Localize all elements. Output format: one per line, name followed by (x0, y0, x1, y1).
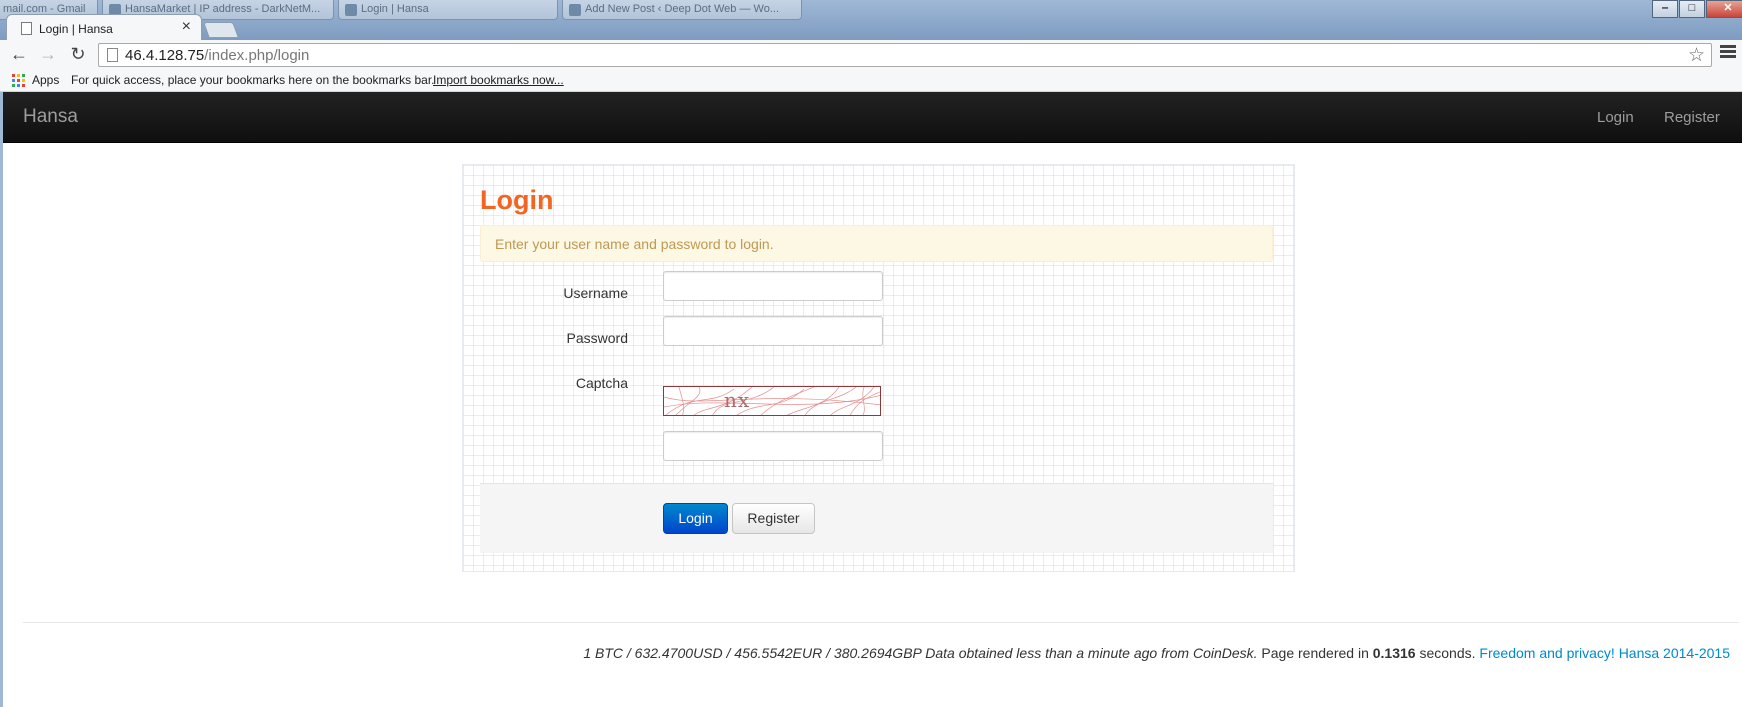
browser-titlebar: mail.com - Gmail HansaMarket | IP addres… (0, 0, 1742, 40)
password-label: Password (566, 330, 628, 346)
forward-icon[interactable]: → (38, 44, 58, 64)
background-tab[interactable]: Add New Post ‹ Deep Dot Web — Wo... (562, 0, 802, 20)
site-navbar: Hansa Login Register (3, 92, 1742, 143)
page-title: Login (480, 185, 554, 215)
reload-icon[interactable]: ↻ (68, 44, 88, 64)
url-path: /index.php/login (204, 47, 310, 64)
favicon-icon (345, 4, 357, 16)
browser-toolbar: ← → ↻ 46.4.128.75/index.php/login ☆ (0, 40, 1742, 68)
active-tab[interactable]: Login | Hansa × (6, 14, 202, 40)
captcha-label: Captcha (575, 375, 628, 391)
tab-title: Login | Hansa (39, 22, 113, 36)
bookmarks-hint: For quick access, place your bookmarks h… (71, 73, 435, 87)
footer-divider (23, 622, 1739, 623)
captcha-noise (664, 387, 880, 415)
captcha-text: nx (724, 388, 751, 412)
username-label: Username (563, 285, 628, 301)
background-tab[interactable]: Login | Hansa (338, 0, 558, 20)
captcha-image: nx (663, 386, 881, 416)
captcha-input[interactable] (663, 431, 883, 461)
favicon-icon (569, 4, 581, 16)
nav-login-link[interactable]: Login (1597, 109, 1634, 126)
info-alert: Enter your user name and password to log… (480, 225, 1273, 262)
page-content: Hansa Login Register Login Enter your us… (0, 92, 1742, 707)
nav-register-link[interactable]: Register (1664, 109, 1720, 126)
address-bar[interactable]: 46.4.128.75/index.php/login ☆ (98, 43, 1712, 67)
star-icon[interactable]: ☆ (1688, 44, 1705, 67)
render-time-prefix: Page rendered in (1257, 645, 1373, 661)
tab-label: Add New Post ‹ Deep Dot Web — Wo... (585, 3, 780, 15)
import-bookmarks-link[interactable]: Import bookmarks now... (433, 73, 564, 87)
username-input[interactable] (663, 271, 883, 301)
footer: 1 BTC / 632.4700USD / 456.5542EUR / 380.… (583, 645, 1730, 661)
menu-icon[interactable] (1720, 45, 1736, 61)
apps-icon[interactable] (12, 74, 25, 87)
footer-link[interactable]: Freedom and privacy! Hansa 2014-2015 (1479, 645, 1730, 661)
page-icon (107, 48, 118, 62)
minimize-button[interactable]: ‒ (1652, 0, 1678, 18)
login-panel: Login Enter your user name and password … (462, 164, 1295, 572)
form-actions: Login Register (480, 483, 1273, 553)
url-host: 46.4.128.75 (125, 47, 205, 64)
new-tab-button[interactable] (203, 22, 239, 38)
render-time-suffix: seconds. (1415, 645, 1480, 661)
back-icon[interactable]: ← (9, 44, 29, 64)
window-close-button[interactable]: ✕ (1706, 0, 1742, 18)
login-button[interactable]: Login (663, 503, 728, 534)
render-time: 0.1316 (1372, 645, 1416, 661)
maximize-button[interactable]: □ (1679, 0, 1705, 18)
bookmarks-bar: Apps For quick access, place your bookma… (0, 68, 1742, 92)
page-icon (21, 22, 32, 35)
site-brand[interactable]: Hansa (23, 106, 78, 128)
password-input[interactable] (663, 316, 883, 346)
apps-link[interactable]: Apps (32, 73, 59, 87)
address-text: 46.4.128.75/index.php/login (125, 47, 309, 64)
tab-label: Login | Hansa (361, 3, 429, 15)
exchange-rates: 1 BTC / 632.4700USD / 456.5542EUR / 380.… (583, 645, 1258, 661)
register-button[interactable]: Register (732, 503, 815, 534)
close-icon[interactable]: × (182, 19, 191, 35)
